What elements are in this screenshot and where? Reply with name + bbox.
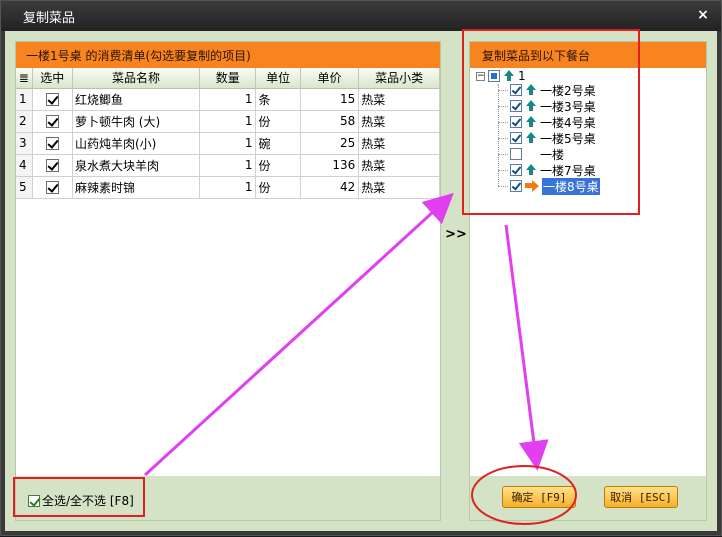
dish-name: 山药炖羊肉(小) <box>72 132 201 155</box>
column-menu-icon[interactable]: ≣ <box>16 68 33 89</box>
row-checkbox-cell[interactable] <box>32 176 73 199</box>
dish-price: 25 <box>300 132 360 155</box>
column-header-category[interactable]: 菜品小类 <box>358 68 440 89</box>
row-checkbox-cell[interactable] <box>32 132 73 155</box>
dish-name: 麻辣素时锦 <box>72 176 201 199</box>
row-checkbox[interactable] <box>45 137 59 150</box>
table-row[interactable]: 3 山药炖羊肉(小) 1 碗 25 热菜 <box>16 132 440 155</box>
dish-price: 42 <box>300 176 360 199</box>
table-row[interactable]: 1 红烧鲫鱼 1 条 15 热菜 <box>16 88 440 111</box>
dish-quantity: 1 <box>199 176 257 199</box>
annotation-box-select-all <box>13 477 145 517</box>
window-title: 复制菜品 <box>23 10 76 26</box>
row-checkbox[interactable] <box>45 93 59 106</box>
column-header-price[interactable]: 单价 <box>300 68 360 89</box>
cancel-button[interactable]: 取消 [ESC] <box>604 486 678 508</box>
row-checkbox[interactable] <box>45 115 59 128</box>
transfer-button[interactable]: >> <box>445 227 467 249</box>
consumption-list-header: 一楼1号桌 的消费清单(勾选要复制的项目) <box>16 42 440 68</box>
row-index: 5 <box>16 176 33 199</box>
dish-quantity: 1 <box>199 132 257 155</box>
dish-category: 热菜 <box>358 132 440 155</box>
dish-category: 热菜 <box>358 154 440 177</box>
dish-unit: 条 <box>255 88 301 111</box>
table-row[interactable]: 2 萝卜顿牛肉 (大) 1 份 58 热菜 <box>16 110 440 133</box>
dish-category: 热菜 <box>358 176 440 199</box>
dish-name: 红烧鲫鱼 <box>72 88 201 111</box>
dish-name: 萝卜顿牛肉 (大) <box>72 110 201 133</box>
dish-grid: ≣ 选中 菜品名称 数量 单位 单价 菜品小类 1 红烧鲫鱼 1 条 15 热菜… <box>16 68 440 476</box>
column-header-selected[interactable]: 选中 <box>32 68 73 89</box>
row-checkbox[interactable] <box>45 159 59 172</box>
dish-quantity: 1 <box>199 88 257 111</box>
grid-header-row: ≣ 选中 菜品名称 数量 单位 单价 菜品小类 <box>16 68 440 89</box>
annotation-box-target-tables <box>462 29 640 215</box>
dish-category: 热菜 <box>358 110 440 133</box>
table-row[interactable]: 4 泉水煮大块羊肉 1 份 136 热菜 <box>16 154 440 177</box>
dish-unit: 份 <box>255 176 301 199</box>
column-header-quantity[interactable]: 数量 <box>199 68 257 89</box>
row-checkbox-cell[interactable] <box>32 88 73 111</box>
dish-unit: 碗 <box>255 132 301 155</box>
close-icon[interactable]: × <box>695 7 711 23</box>
consumption-list-panel: 一楼1号桌 的消费清单(勾选要复制的项目) ≣ 选中 菜品名称 数量 单位 单价… <box>15 41 441 521</box>
row-index: 4 <box>16 154 33 177</box>
title-bar: 复制菜品 × <box>1 1 721 31</box>
dish-price: 58 <box>300 110 360 133</box>
row-checkbox-cell[interactable] <box>32 154 73 177</box>
column-header-unit[interactable]: 单位 <box>255 68 301 89</box>
column-header-dish-name[interactable]: 菜品名称 <box>72 68 201 89</box>
right-footer: 确定 [F9] 取消 [ESC] <box>470 476 706 520</box>
dish-category: 热菜 <box>358 88 440 111</box>
row-checkbox-cell[interactable] <box>32 110 73 133</box>
dish-price: 136 <box>300 154 360 177</box>
dish-quantity: 1 <box>199 110 257 133</box>
dish-quantity: 1 <box>199 154 257 177</box>
dish-name: 泉水煮大块羊肉 <box>72 154 201 177</box>
row-index: 1 <box>16 88 33 111</box>
confirm-button[interactable]: 确定 [F9] <box>502 486 576 508</box>
dish-price: 15 <box>300 88 360 111</box>
dish-unit: 份 <box>255 110 301 133</box>
row-index: 3 <box>16 132 33 155</box>
row-checkbox[interactable] <box>45 181 59 194</box>
dish-unit: 份 <box>255 154 301 177</box>
table-row[interactable]: 5 麻辣素时锦 1 份 42 热菜 <box>16 176 440 199</box>
copy-dishes-window: 复制菜品 × 一楼1号桌 的消费清单(勾选要复制的项目) ≣ 选中 菜品名称 数… <box>0 0 722 536</box>
row-index: 2 <box>16 110 33 133</box>
